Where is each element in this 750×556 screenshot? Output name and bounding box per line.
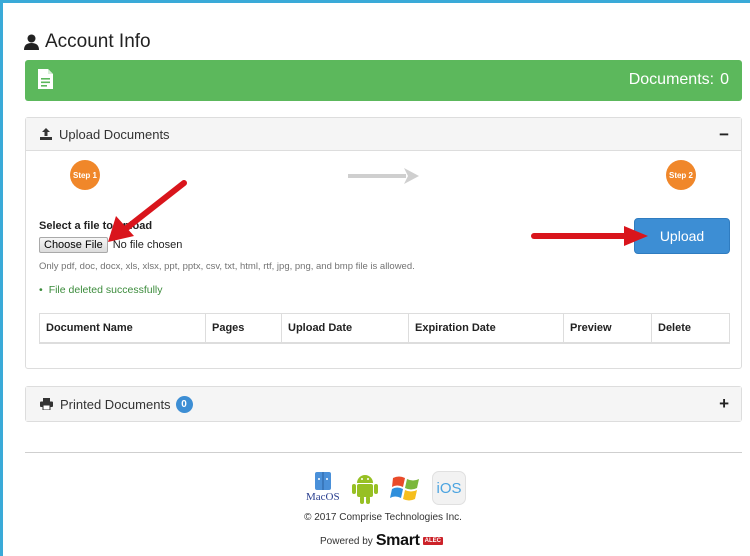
powered-by-label: Powered by [320, 535, 373, 547]
documents-count: Documents: 0 [629, 71, 729, 89]
printed-panel-heading[interactable]: Printed Documents 0 + [26, 387, 741, 421]
user-icon [24, 34, 39, 50]
copyright-text: © 2017 Comprise Technologies Inc. [304, 512, 462, 523]
document-icon [38, 69, 53, 89]
file-status-text: No file chosen [112, 239, 183, 251]
android-icon [352, 475, 378, 504]
powered-by: Powered by Smart ALEC [320, 532, 444, 550]
column-preview[interactable]: Preview [563, 313, 652, 344]
alec-brand-tag: ALEC [422, 537, 444, 545]
footer-divider [25, 452, 742, 453]
ios-label: iOS [436, 479, 462, 497]
ios-icon: iOS [432, 471, 466, 505]
documents-bar: Documents: 0 [25, 60, 742, 101]
bullet-icon: • [39, 284, 43, 296]
printed-panel-title: Printed Documents [60, 396, 171, 412]
collapse-toggle[interactable]: − [719, 125, 729, 145]
column-delete[interactable]: Delete [651, 313, 730, 344]
documents-count-value: 0 [720, 71, 729, 88]
page-title: Account Info [24, 31, 151, 53]
upload-panel-heading[interactable]: Upload Documents − [26, 118, 741, 151]
documents-table: Document Name Pages Upload Date Expirati… [39, 313, 730, 344]
allowed-file-types-text: Only pdf, doc, docx, xls, xlsx, ppt, ppt… [39, 261, 415, 272]
smart-brand-logo: Smart [375, 532, 420, 549]
column-upload-date[interactable]: Upload Date [281, 313, 409, 344]
printer-icon [40, 398, 53, 410]
upload-button[interactable]: Upload [634, 218, 730, 254]
choose-file-button[interactable]: Choose File [39, 237, 108, 253]
step-2-badge: Step 2 [666, 160, 696, 190]
macos-label: MacOS [306, 491, 340, 503]
file-input[interactable]: Choose File No file chosen [39, 237, 182, 253]
table-header-row: Document Name Pages Upload Date Expirati… [39, 313, 730, 344]
printed-count-badge: 0 [175, 395, 193, 413]
success-message-text: File deleted successfully [48, 284, 163, 296]
platform-icons: MacOS iOS [306, 471, 466, 505]
page-title-text: Account Info [45, 31, 151, 52]
step-1-badge: Step 1 [70, 160, 100, 190]
windows-icon [390, 476, 419, 501]
documents-count-label: Documents: [628, 71, 715, 88]
upload-documents-panel: Upload Documents − Step 1 Step 2 Select … [25, 117, 742, 369]
upload-panel-title: Upload Documents [59, 126, 170, 142]
printed-documents-panel: Printed Documents 0 + [25, 386, 742, 422]
column-pages[interactable]: Pages [205, 313, 282, 344]
success-message: • File deleted successfully [39, 284, 163, 296]
macos-icon: MacOS [306, 471, 340, 505]
select-file-label: Select a file to upload [39, 220, 153, 232]
flow-arrow-icon [348, 168, 419, 184]
upload-icon [40, 128, 52, 140]
column-document-name[interactable]: Document Name [39, 313, 206, 344]
expand-toggle[interactable]: + [719, 394, 729, 414]
column-expiration-date[interactable]: Expiration Date [408, 313, 564, 344]
